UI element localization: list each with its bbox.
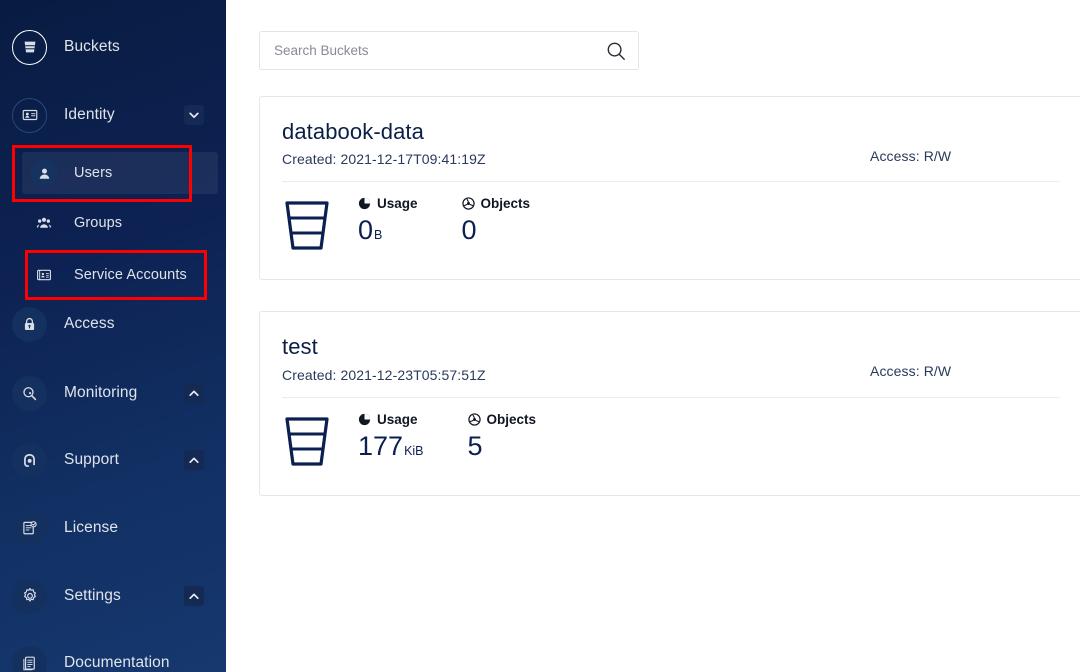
sidebar-item-identity[interactable]: Identity — [0, 93, 226, 137]
objects-stat: Objects 0 — [462, 196, 531, 244]
chevron-down-icon[interactable] — [184, 105, 204, 125]
objects-stat: Objects 5 — [468, 412, 537, 460]
objects-icon — [467, 412, 481, 426]
sidebar-item-buckets[interactable]: Buckets — [0, 22, 226, 72]
bucket-access: Access: R/W — [870, 148, 952, 164]
bucket-name[interactable]: test — [282, 334, 870, 359]
bucket-created: Created: 2021-12-23T05:57:51Z — [282, 366, 486, 383]
bucket-card[interactable]: databook-data Created: 2021-12-17T09:41:… — [259, 96, 1080, 281]
sidebar-item-label: Monitoring — [64, 384, 138, 401]
bucket-list: databook-data Created: 2021-12-17T09:41:… — [259, 96, 1080, 496]
license-icon — [12, 510, 47, 546]
usage-stat-header: Usage — [358, 412, 424, 427]
sidebar-item-label: Support — [64, 451, 119, 468]
objects-stat-header: Objects — [467, 411, 537, 427]
sidebar-item-label: License — [64, 519, 119, 536]
sidebar-item-label: Settings — [64, 587, 121, 604]
usage-unit: KiB — [404, 443, 424, 458]
usage-value: 177 — [358, 430, 404, 461]
chevron-up-icon[interactable] — [184, 383, 204, 403]
objects-value-wrap: 0 — [462, 217, 531, 244]
sidebar-item-access[interactable]: Access — [0, 306, 226, 342]
sidebar-item-support[interactable]: Support — [0, 441, 226, 479]
sidebar-item-label: Identity — [64, 106, 115, 123]
objects-stat-header: Objects — [461, 196, 531, 212]
bucket-card-body: Usage 177 KiB Objects 5 — [282, 398, 1060, 475]
usage-stat: Usage 0 B — [358, 196, 418, 244]
sidebar-item-documentation[interactable]: Documentation — [0, 645, 226, 672]
chevron-up-icon[interactable] — [184, 450, 204, 470]
objects-label: Objects — [480, 196, 531, 212]
sidebar-item-label: Buckets — [64, 38, 120, 55]
search-buckets-box[interactable] — [259, 31, 639, 70]
sidebar-item-monitoring[interactable]: Monitoring — [0, 374, 226, 412]
group-icon — [30, 209, 58, 237]
usage-value-wrap: 0 B — [358, 217, 418, 244]
bucket-card-header: test Created: 2021-12-23T05:57:51Z Acces… — [282, 334, 1060, 382]
user-icon — [30, 159, 58, 187]
usage-unit: B — [374, 228, 383, 243]
objects-value: 0 — [461, 215, 477, 246]
chevron-up-icon[interactable] — [184, 586, 204, 606]
sidebar-item-groups[interactable]: Groups — [0, 208, 226, 238]
objects-value: 5 — [467, 430, 483, 461]
support-icon — [12, 442, 47, 478]
sidebar-item-label: Access — [64, 315, 115, 332]
sidebar-item-label: Service Accounts — [74, 267, 187, 283]
minio-console: Buckets Identity Users Groups Service Ac… — [0, 0, 1080, 672]
usage-label: Usage — [377, 411, 418, 427]
bucket-icon — [12, 29, 47, 65]
bucket-identity: databook-data Created: 2021-12-17T09:41:… — [282, 119, 870, 167]
main-content: databook-data Created: 2021-12-17T09:41:… — [226, 0, 1080, 672]
bucket-name[interactable]: databook-data — [282, 119, 870, 144]
bucket-card[interactable]: test Created: 2021-12-23T05:57:51Z Acces… — [259, 311, 1080, 496]
bucket-identity: test Created: 2021-12-23T05:57:51Z — [282, 334, 870, 382]
usage-stat: Usage 177 KiB — [358, 412, 424, 460]
bucket-icon — [282, 198, 332, 259]
identity-card-icon — [12, 97, 47, 133]
sidebar: Buckets Identity Users Groups Service Ac… — [0, 0, 226, 672]
sidebar-item-license[interactable]: License — [0, 510, 226, 546]
sidebar-item-label: Documentation — [64, 654, 170, 671]
search-input[interactable] — [274, 43, 606, 58]
sidebar-item-label: Groups — [74, 215, 123, 231]
bucket-access: Access: R/W — [870, 363, 952, 380]
bucket-card-body: Usage 0 B Objects 0 — [282, 182, 1060, 259]
usage-value-wrap: 177 KiB — [358, 430, 424, 461]
usage-pie-icon — [358, 197, 371, 210]
lock-icon — [12, 306, 47, 342]
objects-icon — [461, 197, 475, 210]
sidebar-item-service-accounts[interactable]: Service Accounts — [0, 256, 226, 294]
objects-label: Objects — [486, 411, 537, 427]
usage-stat-header: Usage — [358, 196, 418, 211]
sidebar-item-label: Users — [74, 165, 113, 181]
sidebar-item-settings[interactable]: Settings — [0, 578, 226, 614]
search-icon[interactable] — [606, 41, 626, 61]
usage-label: Usage — [377, 196, 418, 212]
usage-value: 0 — [358, 215, 374, 246]
bucket-icon — [282, 414, 332, 475]
bucket-card-header: databook-data Created: 2021-12-17T09:41:… — [282, 119, 1060, 167]
objects-value-wrap: 5 — [467, 430, 537, 461]
usage-pie-icon — [358, 413, 371, 426]
service-account-icon — [30, 261, 58, 289]
bucket-created: Created: 2021-12-17T09:41:19Z — [282, 151, 486, 168]
gear-icon — [12, 578, 47, 614]
sidebar-item-users[interactable]: Users — [0, 152, 226, 194]
monitoring-icon — [12, 375, 47, 411]
documentation-icon — [12, 645, 47, 672]
